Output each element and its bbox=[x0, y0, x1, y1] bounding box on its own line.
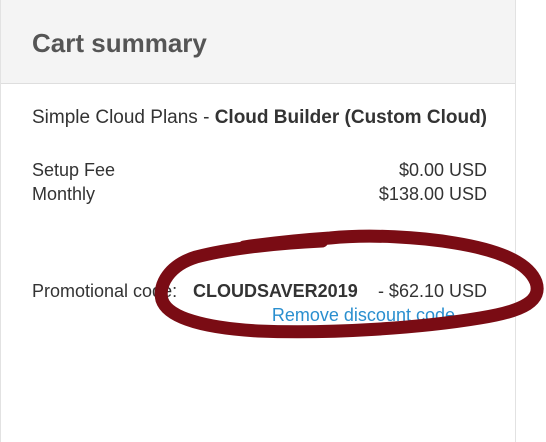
cart-page: Cart summary Simple Cloud Plans - Cloud … bbox=[0, 0, 546, 442]
cart-summary-header: Cart summary bbox=[1, 0, 515, 84]
promo-code-row: Promotional code: CLOUDSAVER2019 - $62.1… bbox=[32, 279, 487, 303]
product-name: Cloud Builder (Custom Cloud) bbox=[214, 107, 488, 128]
setup-fee-row: Setup Fee $0.00 USD bbox=[32, 158, 487, 182]
promo-discount-amount: - $62.10 USD bbox=[377, 281, 487, 301]
promo-code-value: CLOUDSAVER2019 bbox=[193, 281, 358, 301]
setup-fee-label: Setup Fee bbox=[32, 160, 116, 180]
cart-summary-title: Cart summary bbox=[32, 28, 207, 58]
monthly-fee-value: $138.00 USD bbox=[378, 184, 487, 204]
product-group: Simple Cloud Plans bbox=[32, 107, 198, 128]
product-separator: - bbox=[197, 107, 215, 128]
remove-discount-link[interactable]: Remove discount code bbox=[272, 303, 455, 327]
monthly-fee-row: Monthly $138.00 USD bbox=[32, 182, 487, 206]
product-line: Simple Cloud Plans - Cloud Builder (Cust… bbox=[32, 104, 492, 131]
promo-code-label: Promotional code: bbox=[32, 281, 178, 301]
cart-summary-panel: Cart summary Simple Cloud Plans - Cloud … bbox=[0, 0, 516, 442]
setup-fee-value: $0.00 USD bbox=[398, 160, 487, 180]
monthly-fee-label: Monthly bbox=[32, 184, 96, 204]
